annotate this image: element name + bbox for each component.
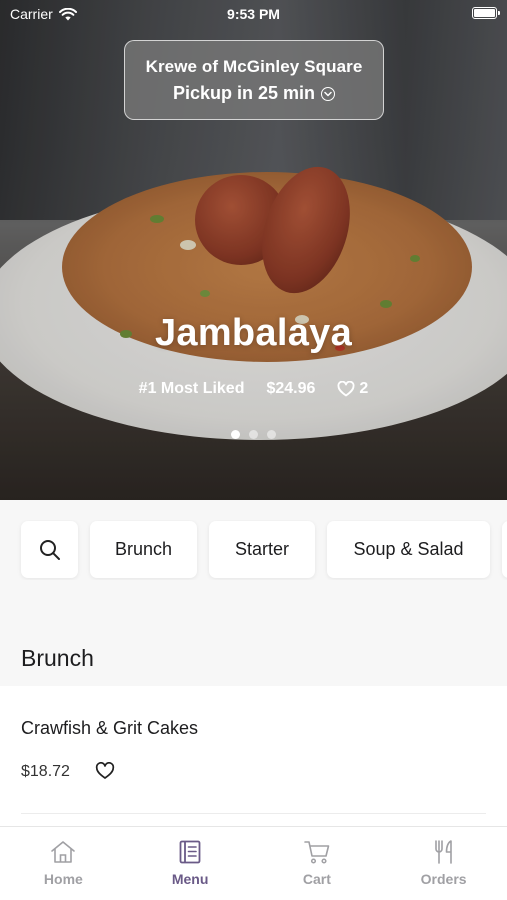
divider — [21, 813, 486, 814]
cart-icon — [304, 841, 330, 864]
featured-dish-meta: #1 Most Liked $24.96 2 — [0, 380, 507, 398]
category-chip-label: Brunch — [114, 539, 173, 559]
search-button[interactable] — [21, 521, 78, 578]
section-title: Brunch — [21, 645, 94, 671]
pagination-dot[interactable] — [267, 430, 276, 439]
carousel-pagination[interactable] — [0, 430, 507, 439]
category-bar: Brunch Starter Soup & Salad — [0, 520, 507, 580]
battery-icon — [472, 7, 500, 19]
tab-cart[interactable]: Cart — [254, 827, 381, 900]
pickup-eta: Pickup in 25 min — [125, 83, 383, 104]
featured-dish-title: Jambalaya — [154, 312, 353, 354]
tab-bar: Home Menu Cart Orders — [0, 826, 507, 900]
category-chip-soup-salad[interactable]: Soup & Salad — [327, 521, 490, 578]
featured-price: $24.96 — [266, 380, 316, 397]
utensils-icon — [434, 840, 452, 864]
tab-orders[interactable]: Orders — [380, 827, 507, 900]
tab-label: Home — [43, 871, 83, 887]
tab-home[interactable]: Home — [0, 827, 127, 900]
chevron-down-icon — [321, 86, 336, 101]
menu-item-price: $18.72 — [21, 763, 70, 780]
tab-label: Orders — [420, 871, 467, 887]
store-name: Krewe of McGinley Square — [145, 57, 363, 76]
heart-icon — [337, 381, 355, 397]
tab-label: Cart — [302, 871, 331, 887]
category-chip-label: Soup & Salad — [353, 539, 464, 559]
heart-icon[interactable] — [95, 762, 115, 780]
home-icon — [51, 841, 76, 863]
tab-label: Menu — [171, 871, 209, 887]
tab-menu[interactable]: Menu — [127, 827, 254, 900]
pagination-dot[interactable] — [249, 430, 258, 439]
category-chip-starter[interactable]: Starter — [209, 521, 315, 578]
hero-banner[interactable]: Carrier 9:53 PM Krewe of McGinley Square… — [0, 0, 507, 500]
search-icon — [39, 539, 60, 560]
pickup-selector[interactable]: Krewe of McGinley Square Pickup in 25 mi… — [124, 40, 384, 120]
popularity-badge: #1 Most Liked — [138, 380, 245, 397]
category-chip-brunch[interactable]: Brunch — [90, 521, 197, 578]
status-bar: Carrier 9:53 PM — [0, 0, 507, 28]
category-chip-more[interactable] — [502, 521, 507, 578]
pickup-eta-label: Pickup in 25 min — [172, 83, 316, 103]
clock: 9:53 PM — [227, 6, 280, 22]
menu-item-name: Crawfish & Grit Cakes — [21, 718, 199, 738]
pagination-dot[interactable] — [231, 430, 240, 439]
likes-count: 2 — [359, 380, 369, 397]
menu-item-card[interactable]: Crawfish & Grit Cakes $18.72 — [0, 686, 507, 826]
category-chip-label: Starter — [234, 539, 290, 559]
menu-icon — [179, 840, 201, 864]
likes[interactable]: 2 — [337, 380, 368, 398]
